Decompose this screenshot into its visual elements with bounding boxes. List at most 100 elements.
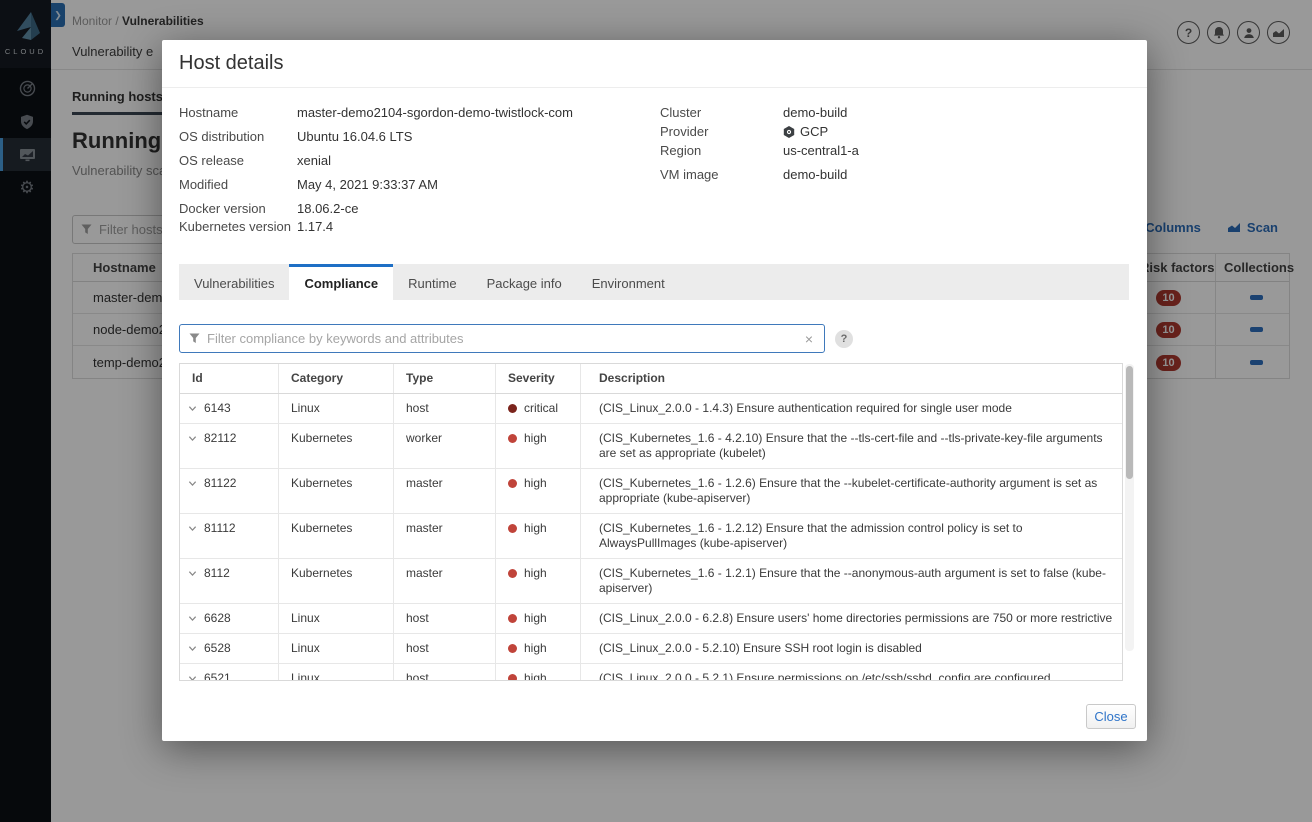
detail-value-text: master-demo2104-sgordon-demo-twistlock-c… [297,105,573,120]
compliance-id: 8112 [204,566,230,580]
severity-dot-icon [508,434,517,443]
chevron-down-icon[interactable] [188,644,197,653]
column-header-description[interactable]: Description [581,364,1122,393]
compliance-id: 81112 [204,521,236,535]
modal-tab[interactable]: Compliance [289,264,394,300]
detail-value: us-central1-a [783,143,859,159]
compliance-category: Linux [279,394,394,423]
compliance-type: host [394,604,496,633]
compliance-severity: high [496,424,581,468]
compliance-row[interactable]: 6143 Linux host critical (CIS_Linux_2.0.… [180,394,1122,424]
compliance-row[interactable]: 81112 Kubernetes master high (CIS_Kubern… [180,514,1122,559]
detail-value-text: us-central1-a [783,143,859,158]
compliance-description: (CIS_Kubernetes_1.6 - 1.2.12) Ensure tha… [599,521,1023,550]
modal-tab[interactable]: Environment [577,264,680,300]
detail-value-text: 18.06.2-ce [297,201,359,216]
compliance-type: host [394,394,496,423]
detail-row: Hostname master-demo2104-sgordon-demo-tw… [179,105,649,121]
detail-value: master-demo2104-sgordon-demo-twistlock-c… [297,105,573,121]
compliance-category: Kubernetes [279,514,394,558]
detail-row: VM image demo-build [660,167,1140,183]
compliance-description: (CIS_Linux_2.0.0 - 5.2.10) Ensure SSH ro… [599,641,922,655]
clear-filter-icon[interactable]: × [803,331,815,347]
column-header-severity[interactable]: Severity [496,364,581,393]
severity-label: high [524,431,547,445]
compliance-row[interactable]: 82112 Kubernetes worker high (CIS_Kubern… [180,424,1122,469]
compliance-category: Linux [279,604,394,633]
column-header-category[interactable]: Category [279,364,394,393]
column-header-id[interactable]: Id [180,364,279,393]
compliance-description: (CIS_Kubernetes_1.6 - 4.2.10) Ensure tha… [599,431,1103,460]
detail-row: Docker version 18.06.2-ce [179,201,649,217]
compliance-row[interactable]: 8112 Kubernetes master high (CIS_Kuberne… [180,559,1122,604]
chevron-down-icon[interactable] [188,524,197,533]
detail-value-text: 1.17.4 [297,219,334,234]
detail-label: OS distribution [179,129,265,144]
severity-label: critical [524,401,559,415]
chevron-down-icon[interactable] [188,614,197,623]
severity-label: high [524,641,547,655]
host-details-modal: Host details Hostname master-demo2104-sg… [162,40,1147,741]
chevron-down-icon[interactable] [188,479,197,488]
modal-tab[interactable]: Vulnerabilities [179,264,289,300]
chevron-down-icon[interactable] [188,569,197,578]
compliance-id: 81122 [204,476,237,490]
detail-value-text: May 4, 2021 9:33:37 AM [297,177,438,192]
table-scrollbar-track[interactable] [1125,364,1134,651]
column-header-type[interactable]: Type [394,364,496,393]
host-details-left-column: Hostname master-demo2104-sgordon-demo-tw… [179,105,649,243]
chevron-down-icon[interactable] [188,674,197,681]
compliance-filter: × [179,324,825,353]
compliance-severity: high [496,559,581,603]
compliance-row[interactable]: 81122 Kubernetes master high (CIS_Kubern… [180,469,1122,514]
compliance-category: Kubernetes [279,469,394,513]
compliance-table-header: Id Category Type Severity Description [180,364,1122,394]
compliance-severity: critical [496,394,581,423]
detail-row: Cluster demo-build [660,105,1140,121]
detail-row: OS distribution Ubuntu 16.04.6 LTS [179,129,649,145]
close-button[interactable]: Close [1086,704,1136,729]
detail-value: GCP [783,124,828,140]
detail-row: OS release xenial [179,153,649,169]
severity-label: high [524,521,547,535]
detail-value: demo-build [783,167,847,183]
detail-label: VM image [660,167,719,182]
compliance-category: Kubernetes [279,424,394,468]
compliance-description: (CIS_Kubernetes_1.6 - 1.2.6) Ensure that… [599,476,1098,505]
detail-label: Cluster [660,105,702,120]
filter-help-button[interactable]: ? [835,330,853,348]
modal-tab[interactable]: Runtime [393,264,471,300]
modal-header: Host details [162,40,1147,88]
compliance-table: Id Category Type Severity Description 61… [179,363,1123,681]
compliance-category: Kubernetes [279,559,394,603]
app-root: CLOUD ⚙ ❯ Monitor / Vulnerabilities Vuln… [0,0,1312,822]
modal-tab[interactable]: Package info [472,264,577,300]
compliance-category: Linux [279,664,394,680]
host-details-right-column: Cluster demo-build Provider GCP Region u… [660,105,1140,186]
compliance-type: worker [394,424,496,468]
compliance-filter-input[interactable] [207,331,803,346]
chevron-down-icon[interactable] [188,404,197,413]
detail-label: Kubernetes version [179,219,292,234]
compliance-severity: high [496,664,581,680]
compliance-id: 82112 [204,431,237,445]
detail-value: demo-build [783,105,847,121]
detail-row: Region us-central1-a [660,143,1140,159]
severity-dot-icon [508,569,517,578]
compliance-row[interactable]: 6628 Linux host high (CIS_Linux_2.0.0 - … [180,604,1122,634]
compliance-row[interactable]: 6528 Linux host high (CIS_Linux_2.0.0 - … [180,634,1122,664]
compliance-row[interactable]: 6521 Linux host high (CIS_Linux_2.0.0 - … [180,664,1122,681]
chevron-down-icon[interactable] [188,434,197,443]
detail-value-text: demo-build [783,105,848,120]
compliance-description: (CIS_Kubernetes_1.6 - 1.2.1) Ensure that… [599,566,1106,595]
modal-title: Host details [179,52,284,74]
compliance-category: Linux [279,634,394,663]
compliance-severity: high [496,604,581,633]
compliance-id: 6528 [204,641,231,655]
detail-label: Hostname [179,105,239,120]
table-scrollbar-thumb[interactable] [1126,366,1133,479]
detail-value-text: GCP [800,124,829,139]
detail-value: May 4, 2021 9:33:37 AM [297,177,438,193]
compliance-severity: high [496,469,581,513]
detail-label: OS release [179,153,245,168]
